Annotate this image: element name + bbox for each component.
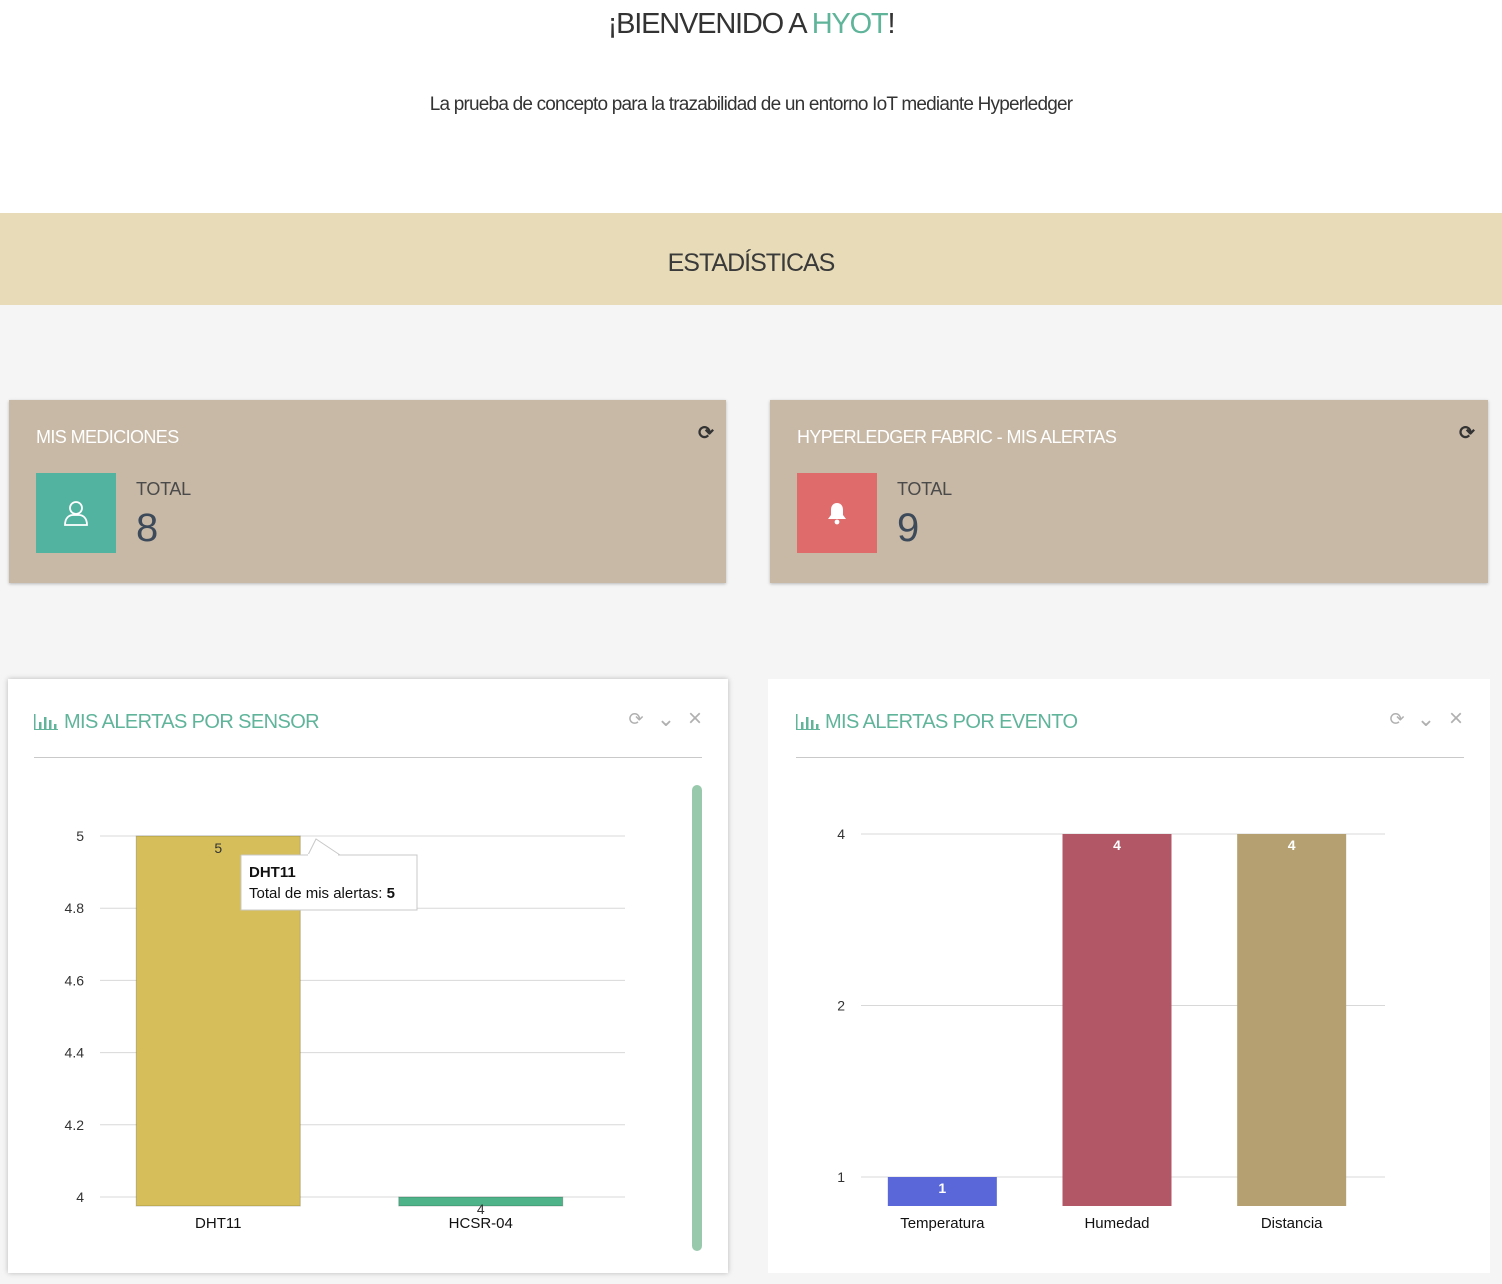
sensor-bar-chart: 54.84.64.44.245DHT114HCSR-04DHT11Total d… [65, 828, 625, 1232]
bar [1062, 834, 1172, 1206]
tooltip-value: 5 [387, 885, 395, 902]
tooltip-title: DHT11 [249, 864, 296, 881]
event-chart-panel: MIS ALERTAS POR EVENTO ⟳ ⌄ × 4 2 1 1 Tempera… [768, 679, 1490, 1273]
card-title: HYPERLEDGER FABRIC - MIS ALERTAS [797, 427, 1117, 447]
title-suffix: ! [887, 8, 895, 40]
total-label: TOTAL [136, 479, 191, 499]
x-tick-label: Humedad [1084, 1215, 1149, 1232]
data-label: 5 [214, 840, 222, 856]
total-value: 9 [897, 506, 920, 550]
x-tick-label: HCSR-04 [449, 1215, 513, 1232]
y-tick-label: 4.2 [65, 1117, 85, 1133]
x-tick-label: DHT11 [195, 1215, 241, 1232]
user-icon [36, 473, 116, 553]
y-tick-label: 4.6 [65, 972, 85, 988]
section-header: ESTADÍSTICAS [0, 213, 1502, 305]
welcome-header: ¡BIENVENIDO A HYOT! La prueba de concept… [0, 0, 1502, 213]
x-tick-label: Temperatura [900, 1215, 985, 1232]
card-title: MIS MEDICIONES [36, 427, 179, 447]
y-tick-label: 2 [837, 998, 845, 1014]
title-prefix: ¡BIENVENIDO A [607, 8, 812, 40]
page-title: ¡BIENVENIDO A HYOT! [0, 8, 1502, 41]
y-tick-label: 1 [837, 1169, 845, 1185]
y-tick-label: 5 [76, 828, 84, 844]
data-label: 1 [938, 1180, 946, 1196]
title-brand: HYOT [811, 8, 889, 40]
data-label: 4 [1288, 837, 1296, 853]
x-tick-label: Distancia [1261, 1215, 1323, 1232]
tooltip-notch [308, 854, 338, 857]
total-value: 8 [136, 506, 159, 550]
alertas-card: HYPERLEDGER FABRIC - MIS ALERTAS ⟳ TOTAL… [770, 400, 1488, 583]
section-title: ESTADÍSTICAS [667, 249, 836, 277]
y-tick-label: 4.4 [65, 1045, 85, 1061]
bar [1237, 834, 1347, 1206]
total-label: TOTAL [897, 479, 952, 499]
refresh-icon[interactable]: ⟳ [1457, 424, 1477, 444]
page-subtitle: La prueba de concepto para la trazabilid… [429, 94, 1073, 115]
y-tick-label: 4 [76, 1189, 84, 1205]
y-tick-label: 4.8 [65, 900, 85, 916]
scrollbar[interactable] [692, 785, 702, 1251]
sensor-chart-panel: MIS ALERTAS POR SENSOR ⟳ ⌄ × 5 4.8 4.6 4.4 4… [8, 679, 728, 1273]
mediciones-card: MIS MEDICIONES ⟳ TOTAL 8 [9, 400, 726, 583]
y-tick-label: 4 [837, 826, 845, 842]
tooltip-text: Total de mis alertas: 5 [249, 885, 395, 902]
bell-icon [797, 473, 877, 553]
data-label: 4 [1113, 837, 1121, 853]
event-bar-chart: 4 2 1 1 Temperatura 4 Humedad 4 Distancia [837, 826, 1385, 1232]
refresh-icon[interactable]: ⟳ [696, 424, 716, 444]
